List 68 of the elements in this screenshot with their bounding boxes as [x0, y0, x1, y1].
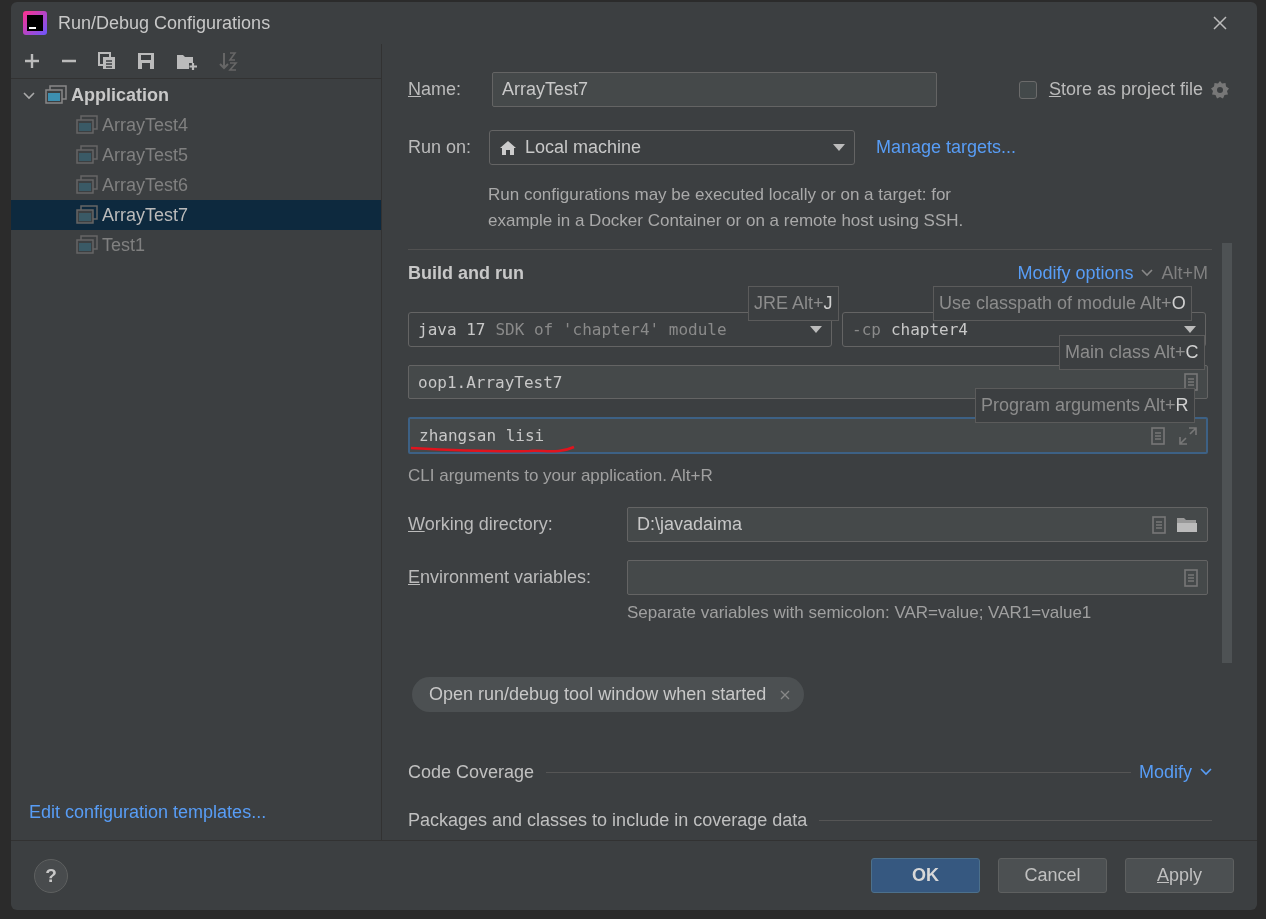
manage-targets-link[interactable]: Manage targets... — [876, 137, 1017, 158]
modify-link[interactable]: Modify — [1139, 761, 1192, 783]
section-title: Build and run — [408, 262, 524, 284]
tree-item[interactable]: ArrayTest7 — [11, 200, 381, 230]
help-button[interactable]: ? — [34, 858, 68, 893]
remove-icon[interactable] — [780, 689, 791, 700]
dropdown-arrow-icon — [1184, 325, 1196, 334]
program-arguments-hint: CLI arguments to your application. Alt+R — [408, 465, 713, 487]
environment-variables-field[interactable] — [627, 560, 1208, 595]
working-directory-label: Working directory: — [408, 514, 554, 535]
name-field[interactable]: ArrayTest7 — [492, 72, 937, 107]
shortcut-hint: Alt+M — [1161, 262, 1208, 284]
tree-item[interactable]: ArrayTest4 — [11, 110, 381, 140]
edit-templates-link[interactable]: Edit configuration templates... — [29, 802, 381, 823]
save-icon[interactable] — [137, 52, 155, 70]
modify-options-link[interactable]: Modify options — [1017, 262, 1134, 284]
tree-item[interactable]: ArrayTest5 — [11, 140, 381, 170]
section-title: Packages and classes to include in coverage data — [408, 809, 808, 831]
settings-icon[interactable] — [1210, 79, 1230, 100]
dropdown-arrow-icon — [810, 325, 822, 334]
window-icon — [76, 175, 98, 195]
chevron-down-icon[interactable] — [1141, 269, 1154, 277]
program-arguments-field[interactable]: zhangsan lisi — [408, 417, 1208, 454]
copy-icon[interactable] — [98, 52, 116, 70]
shortcut-popup: Use classpath of module Alt+O — [933, 286, 1192, 321]
tree-item[interactable]: Test1 — [11, 230, 381, 260]
shortcut-popup: Main class Alt+C — [1059, 335, 1205, 370]
dialog-button[interactable]: Cancel — [998, 858, 1107, 893]
run-on-label: Run on: — [408, 137, 473, 158]
window-icon — [76, 235, 98, 255]
document-icon[interactable] — [1184, 373, 1198, 391]
run-on-note: Run configurations may be executed locally or on a target: for — [488, 184, 953, 206]
jre-dropdown[interactable]: java 17 SDK of 'chapter4' module — [408, 312, 832, 347]
chevron-icon[interactable] — [23, 89, 35, 101]
dialog-button[interactable]: OK — [871, 858, 980, 893]
store-checkbox[interactable] — [1018, 80, 1037, 99]
document-icon[interactable] — [1152, 515, 1166, 534]
window-title: Run/Debug Configurations — [58, 12, 271, 34]
close-icon[interactable] — [1212, 15, 1228, 31]
sort-icon[interactable] — [219, 51, 239, 71]
option-chip[interactable]: Open run/debug tool window when started — [412, 677, 805, 712]
dropdown-arrow-icon — [833, 143, 845, 152]
tree-item[interactable]: Application — [11, 80, 381, 110]
run-on-note: example in a Docker Container or on a remote host using SSH. — [488, 210, 964, 232]
new-folder-icon[interactable] — [176, 52, 198, 70]
expand-icon[interactable] — [1179, 426, 1197, 445]
folder-icon[interactable] — [1176, 515, 1198, 534]
window-icon — [76, 115, 98, 135]
window-icon — [76, 205, 98, 225]
document-icon[interactable] — [1151, 426, 1165, 445]
chevron-down-icon[interactable] — [1200, 768, 1212, 776]
working-directory-field[interactable]: D:\javadaima — [627, 507, 1208, 542]
shortcut-popup: Program arguments Alt+R — [975, 388, 1195, 423]
window-icon — [76, 145, 98, 165]
environment-hint: Separate variables with semicolon: VAR=value; VAR1=value1 — [627, 603, 1092, 623]
store-label[interactable]: Store as project file — [1048, 79, 1203, 100]
section-title: Code Coverage — [408, 761, 535, 783]
name-label: Name: — [408, 79, 463, 100]
document-icon[interactable] — [1184, 568, 1198, 587]
shortcut-popup: JRE Alt+J — [748, 286, 839, 321]
home-icon — [499, 139, 517, 156]
run-on-dropdown[interactable]: Local machine — [489, 130, 855, 165]
add-icon[interactable] — [24, 53, 40, 69]
window-icon — [45, 85, 67, 105]
environment-variables-label: Environment variables: — [408, 567, 593, 588]
dialog-button[interactable]: Apply — [1125, 858, 1234, 893]
app-logo-icon — [23, 11, 47, 35]
tree-item[interactable]: ArrayTest6 — [11, 170, 381, 200]
